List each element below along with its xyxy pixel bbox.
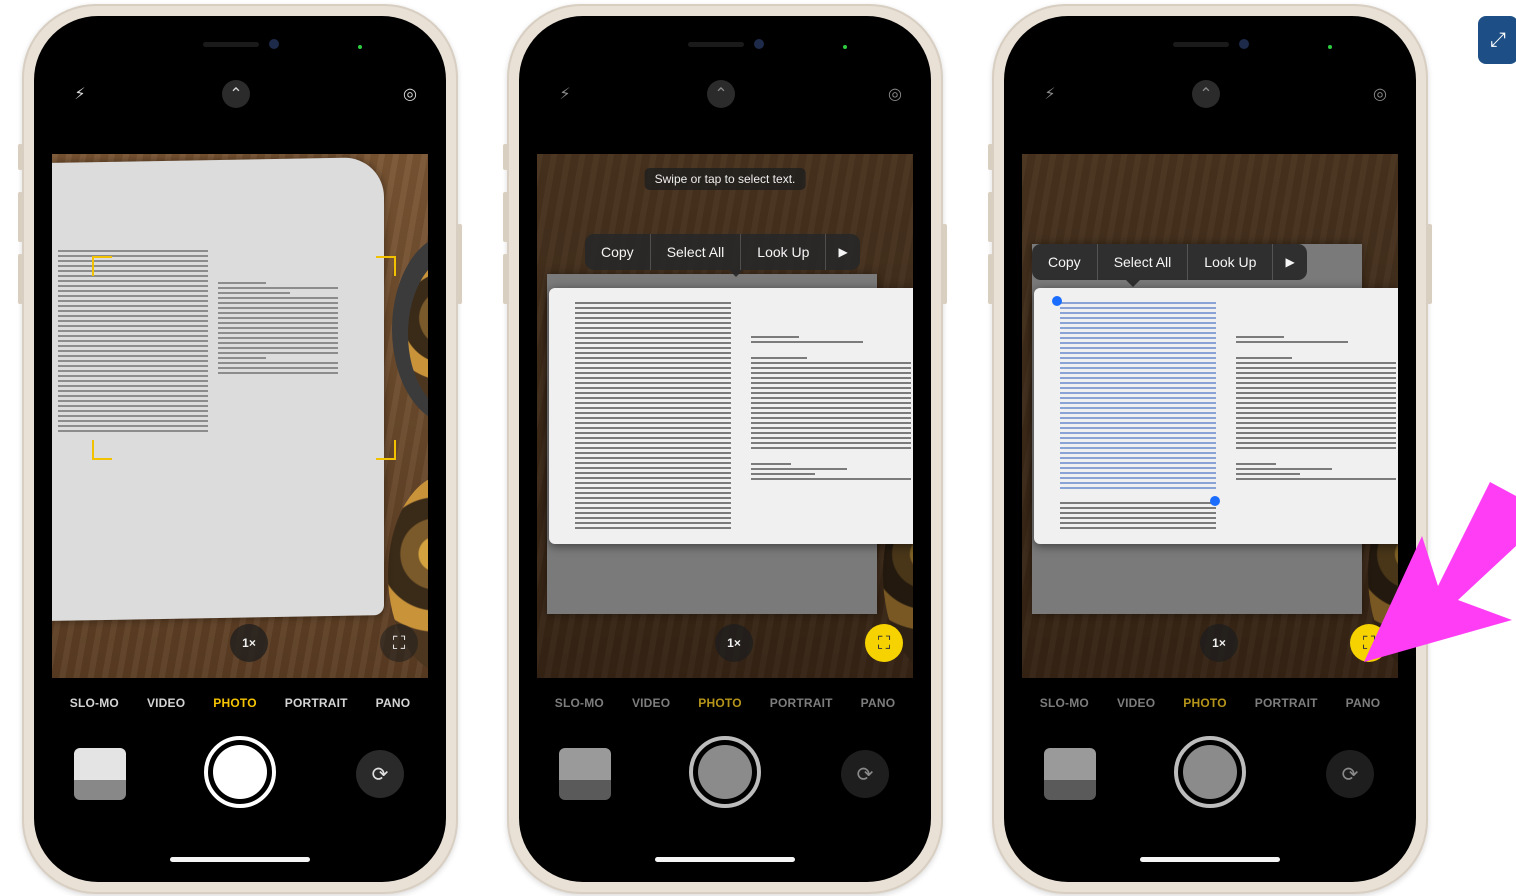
mode-pano[interactable]: PANO bbox=[1346, 696, 1381, 720]
camera-screen: ⚡︎ ⌃ ◎ 1× ⛶ SLO-MO VIDEO PHOTO PORTRAIT … bbox=[34, 16, 446, 882]
home-indicator[interactable] bbox=[1140, 857, 1280, 862]
mode-photo[interactable]: PHOTO bbox=[213, 696, 256, 720]
mode-video[interactable]: VIDEO bbox=[147, 696, 185, 720]
select-all-menu-item[interactable]: Select All bbox=[1098, 244, 1189, 280]
viewfinder[interactable]: 1× ⛶ bbox=[52, 154, 428, 678]
annotation-arrow bbox=[1364, 482, 1516, 662]
mode-slo-mo[interactable]: SLO-MO bbox=[555, 696, 604, 720]
camera-flip-icon[interactable]: ⟳ bbox=[356, 750, 404, 798]
copy-menu-item[interactable]: Copy bbox=[585, 234, 651, 270]
phone-1: ⚡︎ ⌃ ◎ 1× ⛶ SLO-MO VIDEO PHOTO PORTRAIT … bbox=[18, 4, 462, 894]
selection-start-handle[interactable] bbox=[1052, 296, 1062, 306]
camera-mode-selector[interactable]: SLO-MO VIDEO PHOTO PORTRAIT PANO bbox=[34, 696, 446, 720]
text-selection-hint: Swipe or tap to select text. bbox=[644, 168, 806, 190]
look-up-menu-item[interactable]: Look Up bbox=[1188, 244, 1274, 280]
viewfinder[interactable]: Swipe or tap to select text. Copy Select… bbox=[537, 154, 913, 678]
selection-end-handle[interactable] bbox=[1210, 496, 1220, 506]
chevron-up-icon[interactable]: ⌃ bbox=[1192, 80, 1220, 108]
camera-screen: ⚡︎ ⌃ ◎ Swipe or tap to select text. Copy… bbox=[519, 16, 931, 882]
mode-portrait[interactable]: PORTRAIT bbox=[1255, 696, 1318, 720]
mode-slo-mo[interactable]: SLO-MO bbox=[70, 696, 119, 720]
live-photo-off-icon[interactable]: ◎ bbox=[396, 80, 424, 108]
photo-thumbnail[interactable] bbox=[1044, 748, 1096, 800]
text-context-menu: Copy Select All Look Up ▶ bbox=[1032, 244, 1307, 287]
zoom-button[interactable]: 1× bbox=[1200, 624, 1238, 662]
live-photo-off-icon[interactable]: ◎ bbox=[1366, 80, 1394, 108]
camera-mode-selector[interactable]: SLO-MO VIDEO PHOTO PORTRAIT PANO bbox=[519, 696, 931, 720]
zoom-button[interactable]: 1× bbox=[715, 624, 753, 662]
more-arrow-icon[interactable]: ▶ bbox=[1273, 255, 1306, 269]
live-photo-off-icon[interactable]: ◎ bbox=[881, 80, 909, 108]
phone-3: ⚡︎ ⌃ ◎ Copy Select All Look Up ▶ 1× ⛶ SL… bbox=[988, 4, 1432, 894]
chevron-up-icon[interactable]: ⌃ bbox=[222, 80, 250, 108]
text-context-menu: Copy Select All Look Up ▶ bbox=[585, 234, 860, 277]
camera-screen: ⚡︎ ⌃ ◎ Copy Select All Look Up ▶ 1× ⛶ SL… bbox=[1004, 16, 1416, 882]
flash-off-icon[interactable]: ⚡︎ bbox=[551, 80, 579, 108]
mode-video[interactable]: VIDEO bbox=[1117, 696, 1155, 720]
flash-off-icon[interactable]: ⚡︎ bbox=[66, 80, 94, 108]
detected-text-card[interactable] bbox=[1034, 288, 1398, 544]
camera-mode-selector[interactable]: SLO-MO VIDEO PHOTO PORTRAIT PANO bbox=[1004, 696, 1416, 720]
copy-menu-item[interactable]: Copy bbox=[1032, 244, 1098, 280]
shutter-button[interactable] bbox=[204, 736, 276, 808]
viewfinder[interactable]: Copy Select All Look Up ▶ 1× ⛶ bbox=[1022, 154, 1398, 678]
flash-off-icon[interactable]: ⚡︎ bbox=[1036, 80, 1064, 108]
look-up-menu-item[interactable]: Look Up bbox=[741, 234, 827, 270]
live-text-icon[interactable]: ⛶ bbox=[865, 624, 903, 662]
home-indicator[interactable] bbox=[655, 857, 795, 862]
mode-photo[interactable]: PHOTO bbox=[1183, 696, 1226, 720]
mode-pano[interactable]: PANO bbox=[376, 696, 411, 720]
mode-video[interactable]: VIDEO bbox=[632, 696, 670, 720]
zoom-button[interactable]: 1× bbox=[230, 624, 268, 662]
mode-pano[interactable]: PANO bbox=[861, 696, 896, 720]
mode-portrait[interactable]: PORTRAIT bbox=[770, 696, 833, 720]
chevron-up-icon[interactable]: ⌃ bbox=[707, 80, 735, 108]
photo-thumbnail[interactable] bbox=[559, 748, 611, 800]
shutter-button[interactable] bbox=[689, 736, 761, 808]
camera-flip-icon[interactable]: ⟳ bbox=[841, 750, 889, 798]
expand-icon[interactable]: ⤢ bbox=[1478, 16, 1516, 64]
phone-2: ⚡︎ ⌃ ◎ Swipe or tap to select text. Copy… bbox=[503, 4, 947, 894]
shutter-button[interactable] bbox=[1174, 736, 1246, 808]
home-indicator[interactable] bbox=[170, 857, 310, 862]
mode-slo-mo[interactable]: SLO-MO bbox=[1040, 696, 1089, 720]
live-text-icon[interactable]: ⛶ bbox=[380, 624, 418, 662]
select-all-menu-item[interactable]: Select All bbox=[651, 234, 742, 270]
mode-photo[interactable]: PHOTO bbox=[698, 696, 741, 720]
photo-thumbnail[interactable] bbox=[74, 748, 126, 800]
camera-flip-icon[interactable]: ⟳ bbox=[1326, 750, 1374, 798]
detected-text-card[interactable] bbox=[549, 288, 913, 544]
more-arrow-icon[interactable]: ▶ bbox=[826, 245, 859, 259]
mode-portrait[interactable]: PORTRAIT bbox=[285, 696, 348, 720]
